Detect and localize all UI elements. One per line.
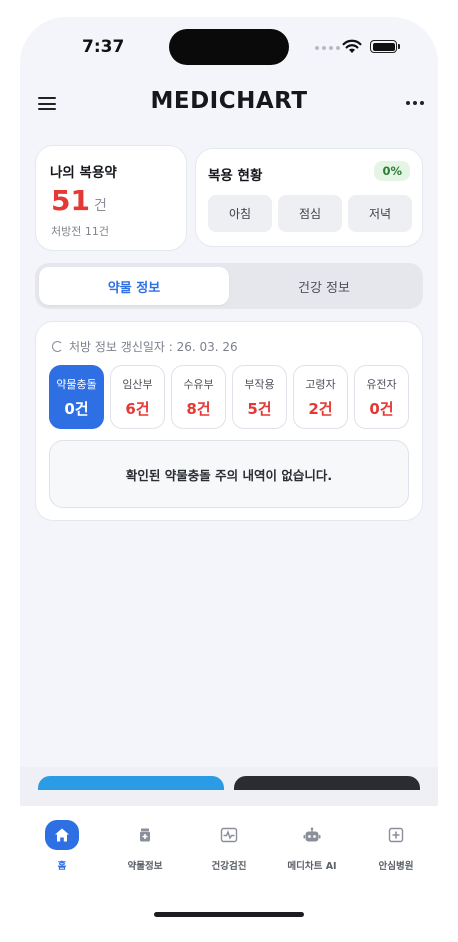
nav-drug-info[interactable]: 약물정보 <box>105 820 185 872</box>
chip-genetic[interactable]: 유전자 0건 <box>354 365 409 429</box>
prescription-count: 처방전 11건 <box>51 225 109 238</box>
my-meds-count: 51 <box>51 184 90 217</box>
more-options-icon[interactable] <box>406 101 424 105</box>
no-interaction-notice: 확인된 약물충돌 주의 내역이 없습니다. <box>49 440 409 508</box>
dose-status-card: 복용 현황 0% 아침 점심 저녁 <box>195 148 423 247</box>
chip-label: 유전자 <box>366 377 397 391</box>
chip-elderly[interactable]: 고령자 2건 <box>293 365 348 429</box>
peek-card-blue[interactable] <box>38 776 224 790</box>
chip-label: 부작용 <box>244 377 275 391</box>
dose-percent-badge: 0% <box>374 161 410 181</box>
info-tabs: 약물 정보 건강 정보 <box>35 263 423 309</box>
dinner-button[interactable]: 저녁 <box>348 195 412 232</box>
tab-drug-info[interactable]: 약물 정보 <box>39 267 229 305</box>
drug-info-card: 처방 정보 갱신일자 : 26. 03. 26 약물충돌 0건 임산부 6건 수… <box>35 321 423 521</box>
nav-medichart-ai-label: 메디차트 AI <box>287 861 337 872</box>
dynamic-island <box>169 29 289 65</box>
cellular-signal-icon <box>315 46 340 50</box>
chip-label: 약물충돌 <box>56 377 97 391</box>
chip-label: 수유부 <box>183 377 214 391</box>
chip-label: 고령자 <box>305 377 336 391</box>
refresh-icon[interactable] <box>52 341 63 352</box>
caution-chips: 약물충돌 0건 임산부 6건 수유부 8건 부작용 5건 고령자 2건 유전자 … <box>49 365 409 429</box>
nav-safe-hospital-label: 안심병원 <box>378 861 414 872</box>
wifi-icon <box>342 39 362 53</box>
chip-value: 2건 <box>308 399 333 418</box>
chip-value: 0건 <box>369 399 394 418</box>
heartbeat-icon <box>212 820 246 850</box>
home-icon <box>45 820 79 850</box>
chip-value: 5건 <box>247 399 272 418</box>
chip-breastfeeding[interactable]: 수유부 8건 <box>171 365 226 429</box>
battery-icon <box>370 40 400 53</box>
my-meds-card[interactable]: 나의 복용약 51 건 처방전 11건 <box>35 145 187 251</box>
pill-bottle-icon <box>128 820 162 850</box>
update-date-label: 처방 정보 갱신일자 : 26. 03. 26 <box>69 340 238 354</box>
update-date-row: 처방 정보 갱신일자 : 26. 03. 26 <box>52 338 238 355</box>
status-time: 7:37 <box>82 37 125 57</box>
dose-status-title: 복용 현황 <box>208 168 263 184</box>
my-meds-title: 나의 복용약 <box>50 165 117 181</box>
app-title: MEDICHART <box>150 88 308 114</box>
nav-health-checkup-label: 건강검진 <box>211 861 247 872</box>
nav-health-checkup[interactable]: 건강검진 <box>189 820 269 872</box>
hospital-icon <box>379 820 413 850</box>
peek-card-dark[interactable] <box>234 776 420 790</box>
nav-medichart-ai[interactable]: 메디차트 AI <box>272 820 352 872</box>
my-meds-unit: 건 <box>94 198 107 214</box>
nav-home-label: 홈 <box>57 861 67 872</box>
chip-side-effects[interactable]: 부작용 5건 <box>232 365 287 429</box>
chip-label: 임산부 <box>122 377 153 391</box>
nav-safe-hospital[interactable]: 안심병원 <box>356 820 436 872</box>
morning-button[interactable]: 아침 <box>208 195 272 232</box>
chip-value: 8건 <box>186 399 211 418</box>
dose-time-buttons: 아침 점심 저녁 <box>208 195 412 232</box>
robot-icon <box>295 820 329 850</box>
chip-value: 0건 <box>64 399 89 418</box>
nav-home[interactable]: 홈 <box>22 820 102 872</box>
bottom-nav: 홈 약물정보 건강검진 메디차트 AI 안심병원 <box>0 806 458 942</box>
chip-drug-interaction[interactable]: 약물충돌 0건 <box>49 365 104 429</box>
lunch-button[interactable]: 점심 <box>278 195 342 232</box>
home-indicator <box>154 912 304 917</box>
app-screen: 7:37 MEDICHART 나의 복용약 51 건 처방전 11건 복용 현황… <box>20 17 438 942</box>
nav-drug-info-label: 약물정보 <box>127 861 163 872</box>
chip-value: 6건 <box>125 399 150 418</box>
chip-pregnant[interactable]: 임산부 6건 <box>110 365 165 429</box>
tab-health-info[interactable]: 건강 정보 <box>229 267 419 305</box>
